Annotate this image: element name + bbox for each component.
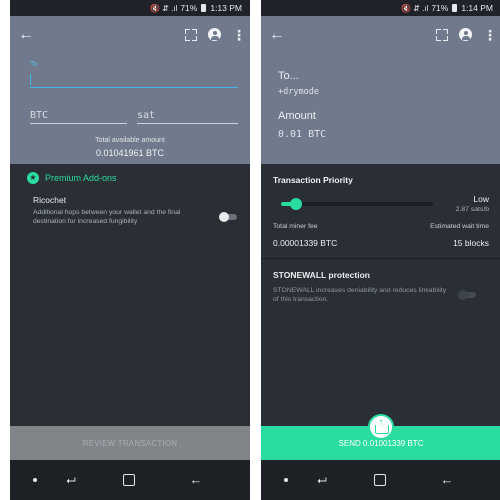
summary-amount-value: 0.01 BTC xyxy=(278,129,327,140)
summary-to-value: +drymode xyxy=(278,87,319,97)
ricochet-description: Additional hops between your wallet and … xyxy=(33,209,181,225)
toggle-thumb xyxy=(219,212,229,222)
back-icon[interactable]: ← xyxy=(188,471,204,489)
home-icon[interactable] xyxy=(374,474,386,486)
home-icon[interactable] xyxy=(123,474,135,486)
status-time: 1:13 PM xyxy=(210,3,242,13)
status-signal-icons: 🔇 ⇵ .ıl xyxy=(149,3,178,13)
sat-amount-input[interactable]: sat xyxy=(137,106,238,124)
transaction-summary: To... +drymode Amount 0.01 BTC xyxy=(261,54,500,164)
miner-fee-label: Total miner fee xyxy=(273,223,318,230)
toolbar: ← ⋮ xyxy=(261,16,500,54)
wait-time-value: 15 blocks xyxy=(453,238,489,248)
arrow-left-icon[interactable]: ← xyxy=(269,25,289,45)
account-circle-icon[interactable] xyxy=(459,28,472,41)
battery-percent: 71% xyxy=(431,3,449,13)
fee-rate: 2.87 sats/b xyxy=(455,206,489,213)
btc-amount-input[interactable]: BTC xyxy=(30,106,127,124)
priority-slider[interactable] xyxy=(281,197,433,211)
review-transaction-button[interactable]: REVIEW TRANSACTION xyxy=(10,426,250,460)
status-bar: 🔇 ⇵ .ıl 71% 1:13 PM xyxy=(10,0,250,16)
summary-to-label: To... xyxy=(278,70,299,82)
back-icon[interactable]: ← xyxy=(439,471,455,489)
stonewall-description: STONEWALL increases deniability and redu… xyxy=(273,287,447,303)
priority-level: Low xyxy=(473,194,489,204)
available-amount-label: Total available amount xyxy=(95,137,165,144)
system-nav-bar: ⮠ ← xyxy=(10,460,250,500)
more-vert-icon[interactable]: ⋮ xyxy=(232,26,246,44)
review-screen: 🔇 ⇵ .ıl 71% 1:14 PM ← ⋮ To... +drymode A… xyxy=(261,0,500,500)
send-form: To BTC sat Total available amount 0.0104… xyxy=(10,54,250,164)
miner-fee-value: 0.00001339 BTC xyxy=(273,238,338,248)
slider-thumb[interactable] xyxy=(290,198,302,210)
system-nav-bar: ⮠ ← xyxy=(261,460,500,500)
star-icon: ★ xyxy=(27,172,39,184)
priority-title: Transaction Priority xyxy=(273,175,353,185)
ricochet-toggle[interactable] xyxy=(219,212,237,222)
qr-scan-icon[interactable] xyxy=(433,26,451,44)
wait-time-label: Estimated wait time xyxy=(430,223,489,230)
nav-dot-icon[interactable] xyxy=(284,478,288,482)
status-time: 1:14 PM xyxy=(461,3,493,13)
more-vert-icon[interactable]: ⋮ xyxy=(483,26,497,44)
arrow-left-icon[interactable]: ← xyxy=(18,25,38,45)
recent-apps-icon[interactable]: ⮠ xyxy=(63,471,79,489)
status-bar: 🔇 ⇵ .ıl 71% 1:14 PM xyxy=(261,0,500,16)
to-label: To xyxy=(30,61,38,68)
section-divider xyxy=(261,258,500,259)
qr-scan-icon[interactable] xyxy=(182,26,200,44)
battery-icon xyxy=(452,4,458,12)
summary-amount-label: Amount xyxy=(278,110,316,122)
recent-apps-icon[interactable]: ⮠ xyxy=(314,471,330,489)
stonewall-toggle[interactable] xyxy=(458,290,476,300)
slider-rail xyxy=(281,202,433,206)
account-circle-icon[interactable] xyxy=(208,28,221,41)
available-amount-value: 0.01041961 BTC xyxy=(95,148,165,158)
toolbar: ← ⋮ xyxy=(10,16,250,54)
stonewall-title: STONEWALL protection xyxy=(273,270,370,280)
premium-addons-title: Premium Add-ons xyxy=(45,173,117,183)
status-signal-icons: 🔇 ⇵ .ıl xyxy=(400,3,429,13)
battery-icon xyxy=(201,4,207,12)
compose-screen: 🔇 ⇵ .ıl 71% 1:13 PM ← ⋮ To BTC sat Total… xyxy=(10,0,250,500)
to-address-input[interactable] xyxy=(30,72,238,88)
toggle-thumb xyxy=(458,290,468,300)
nav-dot-icon[interactable] xyxy=(33,478,37,482)
send-tx-icon[interactable] xyxy=(368,414,394,440)
battery-percent: 71% xyxy=(180,3,198,13)
premium-addons-header: ★ Premium Add-ons xyxy=(27,172,117,184)
ricochet-title: Ricochet xyxy=(33,195,67,205)
